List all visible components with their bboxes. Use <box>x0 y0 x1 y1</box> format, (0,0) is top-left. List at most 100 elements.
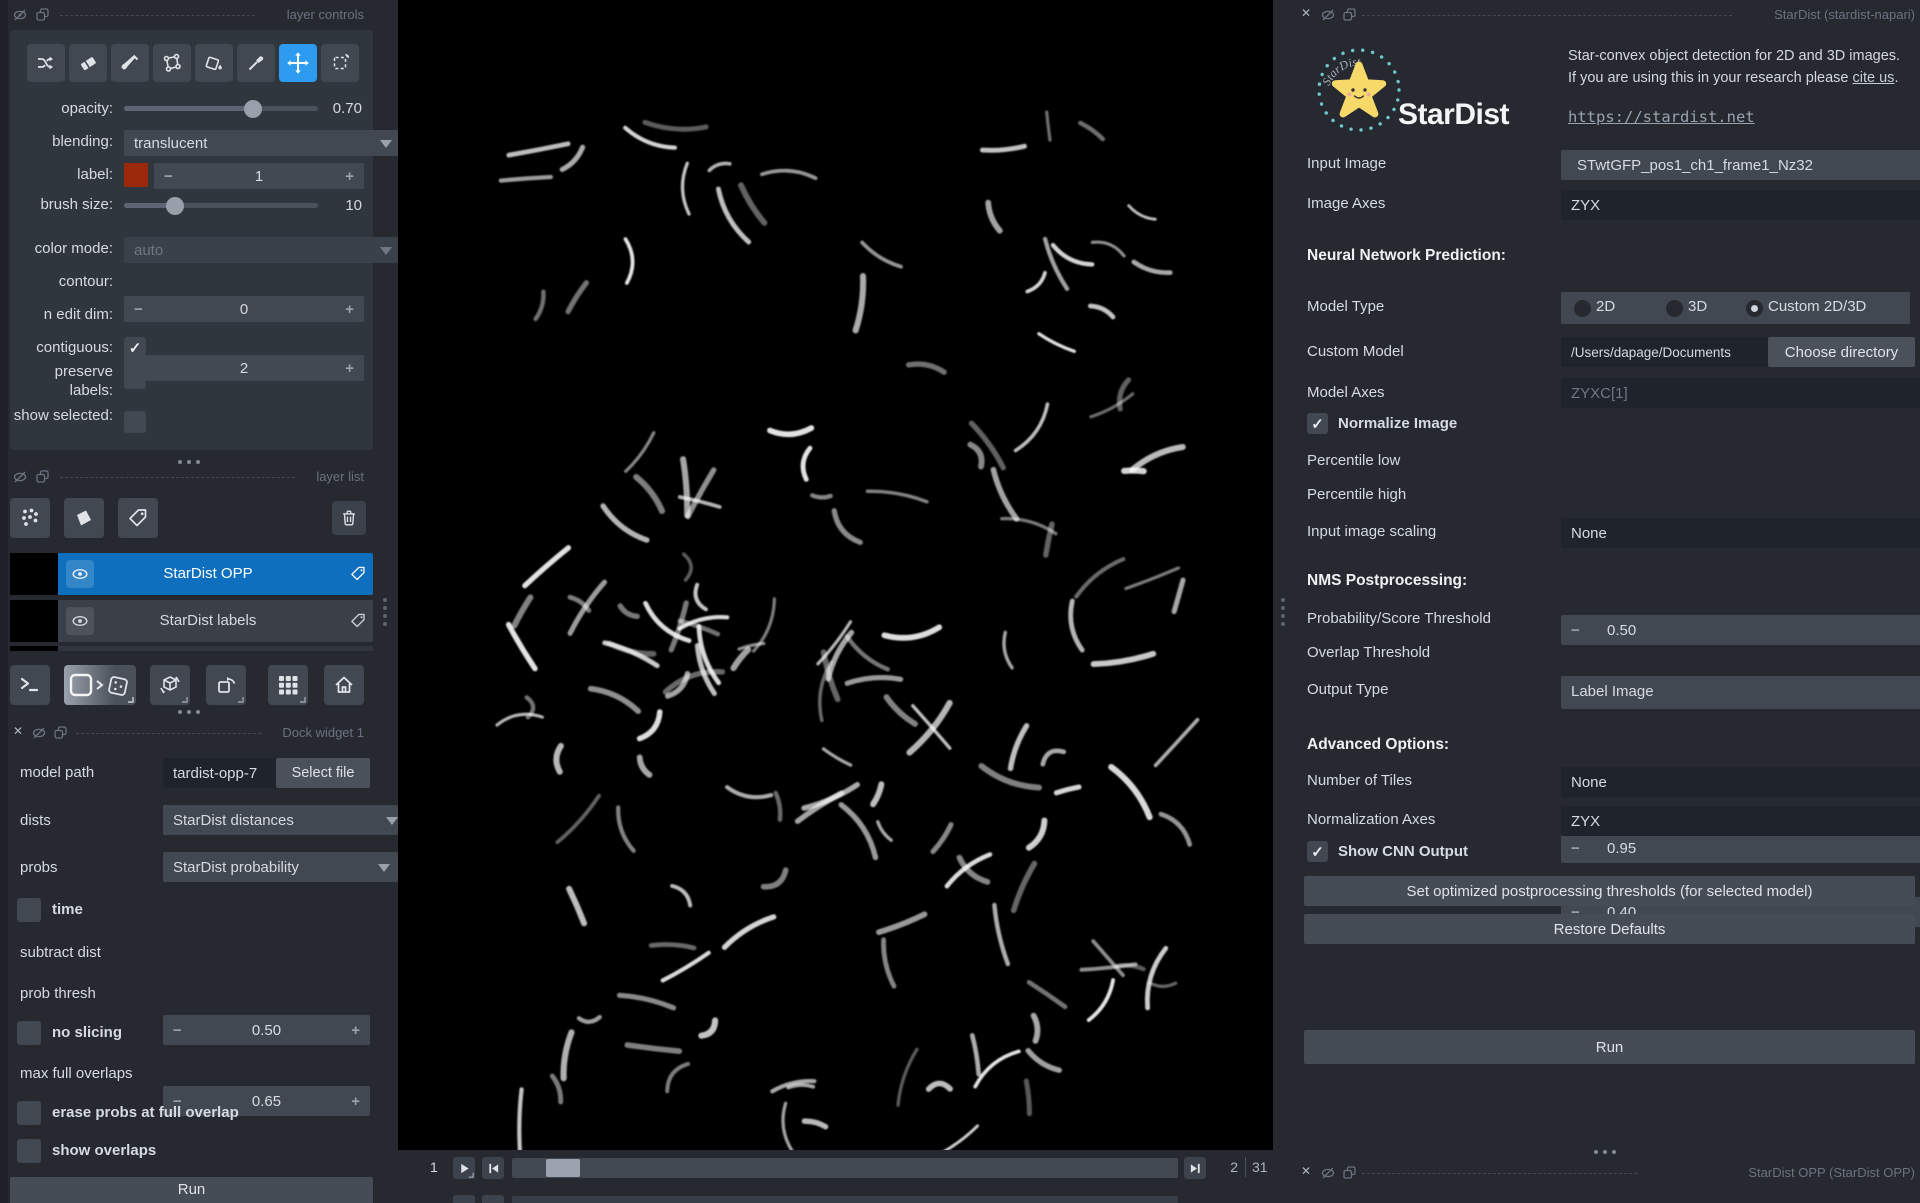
new-shapes-layer-icon[interactable] <box>64 498 104 538</box>
increment-icon[interactable]: + <box>345 168 354 185</box>
decrement-icon[interactable]: − <box>1571 840 1580 857</box>
roll-dimensions-icon[interactable] <box>150 665 190 705</box>
increment-icon[interactable]: + <box>351 1022 360 1039</box>
time-checkbox[interactable] <box>17 898 41 922</box>
console-icon[interactable] <box>10 665 50 705</box>
model-type-3d-label[interactable]: 3D <box>1688 298 1707 315</box>
transpose-dimensions-icon[interactable] <box>206 665 246 705</box>
close-icon[interactable]: ✕ <box>1301 1165 1311 1177</box>
dims-slider-handle[interactable] <box>546 1159 580 1177</box>
select-file-button[interactable]: Select file <box>276 758 370 788</box>
image-axes-field[interactable]: ZYX <box>1561 190 1920 220</box>
transform-icon[interactable] <box>321 44 359 82</box>
brush-size-slider[interactable] <box>124 203 318 208</box>
hide-icon[interactable] <box>1321 8 1335 22</box>
subtract-dist-spinbox[interactable]: − 0.50 + <box>163 1015 370 1045</box>
cite-us-link[interactable]: cite us <box>1853 70 1895 86</box>
ndisplay-toggle-icon[interactable] <box>64 665 136 705</box>
increment-icon[interactable]: + <box>345 301 354 318</box>
pan-zoom-icon[interactable] <box>279 44 317 82</box>
float-panel-icon[interactable] <box>1343 8 1356 21</box>
show-overlaps-checkbox[interactable] <box>17 1139 41 1163</box>
tag-icon[interactable] <box>348 564 367 583</box>
model-type-2d-label[interactable]: 2D <box>1596 298 1615 315</box>
decrement-icon[interactable]: − <box>164 168 173 185</box>
contour-spinbox[interactable]: − 0 + <box>124 296 364 322</box>
dims-slider-track[interactable] <box>512 1158 1178 1178</box>
float-panel-icon[interactable] <box>1343 1166 1356 1179</box>
output-type-select[interactable]: Label Image <box>1561 676 1920 706</box>
new-labels-layer-icon[interactable] <box>118 498 158 538</box>
play-icon-clipped[interactable] <box>453 1195 475 1203</box>
opacity-slider[interactable] <box>124 106 318 111</box>
model-type-3d-radio[interactable] <box>1666 300 1683 317</box>
percentile-low-spinbox[interactable]: − 0.50 + <box>1561 615 1920 645</box>
polygon-icon[interactable] <box>153 44 191 82</box>
show-selected-checkbox[interactable] <box>124 411 146 433</box>
number-of-tiles-field[interactable]: None <box>1561 767 1920 797</box>
dock-run-button[interactable]: Run <box>10 1177 373 1203</box>
image-canvas[interactable] <box>398 0 1273 1150</box>
set-optimized-thresholds-button[interactable]: Set optimized postprocessing thresholds … <box>1304 876 1915 906</box>
splitter-handle[interactable] <box>383 598 387 626</box>
custom-model-path-field[interactable]: /Users/dapage/Documents <box>1561 337 1781 367</box>
decrement-icon[interactable]: − <box>173 1022 182 1039</box>
tag-icon[interactable] <box>348 611 367 630</box>
decrement-icon[interactable]: − <box>134 301 143 318</box>
dims-slider-track-clipped[interactable] <box>512 1196 1178 1203</box>
hide-icon[interactable] <box>13 8 27 22</box>
dists-select[interactable]: StarDist distances <box>163 805 406 835</box>
hide-icon[interactable] <box>32 726 46 740</box>
splitter-handle[interactable] <box>1281 598 1285 626</box>
panel-resize-dots[interactable] <box>1594 1150 1616 1154</box>
fill-icon[interactable] <box>195 44 233 82</box>
hide-icon[interactable] <box>1321 1166 1335 1180</box>
panel-resize-dots[interactable] <box>178 460 200 464</box>
opacity-slider-handle[interactable] <box>244 100 262 118</box>
probs-select[interactable]: StarDist probability <box>163 852 398 882</box>
paintbrush-icon[interactable] <box>111 44 149 82</box>
brush-size-slider-handle[interactable] <box>166 197 184 215</box>
home-icon[interactable] <box>324 665 364 705</box>
model-axes-field[interactable]: ZYXC[1] <box>1561 378 1920 408</box>
label-color-swatch[interactable] <box>124 163 148 187</box>
float-panel-icon[interactable] <box>36 8 49 21</box>
stardist-run-button[interactable]: Run <box>1304 1030 1915 1064</box>
panel-resize-dots[interactable] <box>178 710 200 714</box>
choose-directory-button[interactable]: Choose directory <box>1768 337 1915 367</box>
stardist-url-link[interactable]: https://stardist.net <box>1568 108 1755 126</box>
label-spinbox[interactable]: − 1 + <box>154 163 364 189</box>
skip-to-start-icon-clipped[interactable] <box>482 1195 504 1203</box>
input-image-scaling-field[interactable]: None <box>1561 518 1920 548</box>
delete-layer-icon[interactable] <box>332 501 366 535</box>
erase-probs-checkbox[interactable] <box>17 1101 41 1125</box>
restore-defaults-button[interactable]: Restore Defaults <box>1304 914 1915 944</box>
grid-view-icon[interactable] <box>268 665 308 705</box>
hide-icon[interactable] <box>13 470 27 484</box>
skip-to-start-icon[interactable] <box>482 1157 504 1179</box>
new-points-layer-icon[interactable] <box>10 498 50 538</box>
float-panel-icon[interactable] <box>54 726 67 739</box>
preserve-labels-checkbox[interactable] <box>124 367 146 389</box>
float-panel-icon[interactable] <box>36 470 49 483</box>
shuffle-icon[interactable] <box>27 44 65 82</box>
skip-to-end-icon[interactable] <box>1184 1157 1206 1179</box>
contiguous-checkbox[interactable]: ✓ <box>124 337 146 359</box>
normalization-axes-field[interactable]: ZYX <box>1561 806 1920 836</box>
n-edit-dim-spinbox[interactable]: − 2 + <box>124 355 364 381</box>
model-type-2d-radio[interactable] <box>1574 300 1591 317</box>
color-picker-icon[interactable] <box>237 44 275 82</box>
model-type-custom-radio[interactable] <box>1746 300 1763 317</box>
close-icon[interactable]: ✕ <box>1301 7 1311 19</box>
normalize-image-checkbox[interactable]: ✓ <box>1307 413 1328 434</box>
increment-icon[interactable]: + <box>351 1093 360 1110</box>
eraser-icon[interactable] <box>69 44 107 82</box>
close-icon[interactable]: ✕ <box>13 725 23 737</box>
no-slicing-checkbox[interactable] <box>17 1021 41 1045</box>
play-icon[interactable] <box>453 1157 475 1179</box>
prob-score-threshold-spinbox[interactable]: − 0.95 + <box>1561 833 1920 863</box>
model-type-custom-label[interactable]: Custom 2D/3D <box>1768 298 1866 315</box>
model-path-field[interactable]: tardist-opp-7 <box>163 758 288 788</box>
input-image-select[interactable]: STwtGFP_pos1_ch1_frame1_Nz32 <box>1561 150 1920 180</box>
increment-icon[interactable]: + <box>345 360 354 377</box>
